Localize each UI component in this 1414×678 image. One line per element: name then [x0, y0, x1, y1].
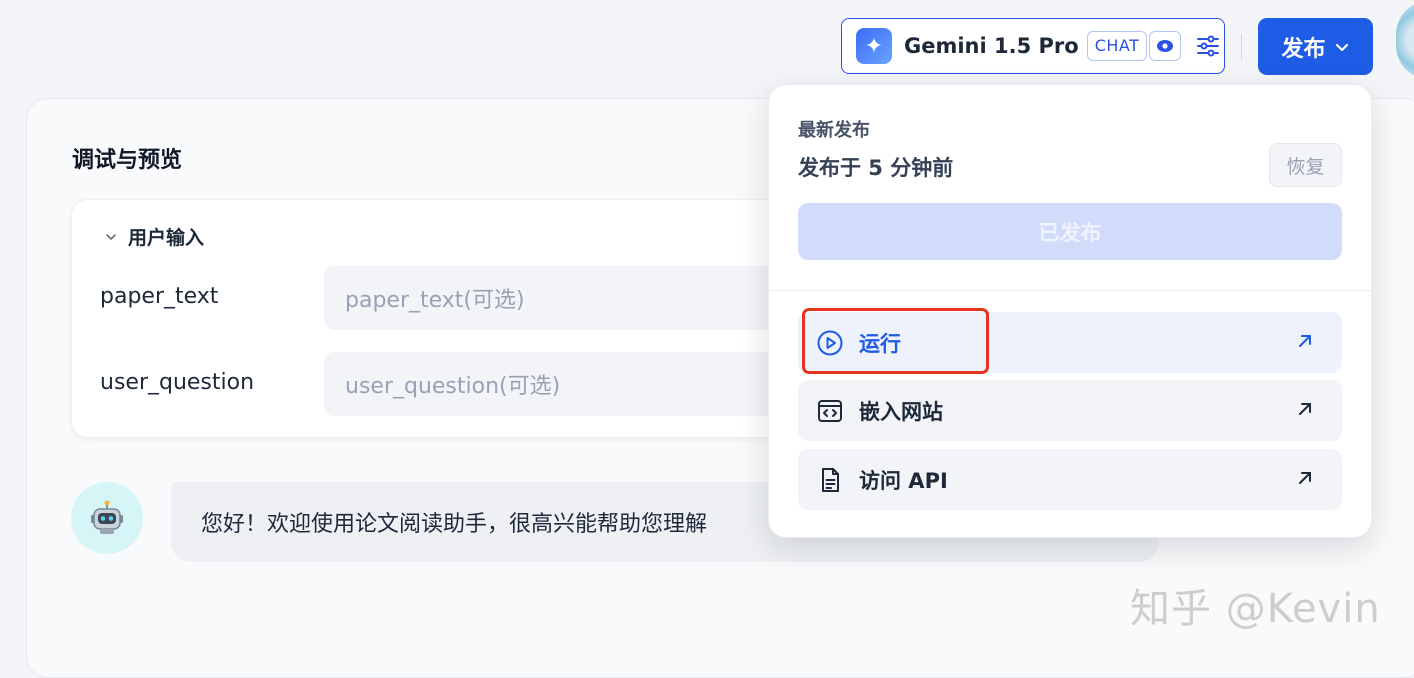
arrow-up-right-icon — [1296, 332, 1314, 350]
toolbar-divider — [1241, 34, 1242, 60]
chat-mode-badge: CHAT — [1086, 31, 1148, 61]
chat-message-text: 您好！欢迎使用论文阅读助手，很高兴能帮助您理解 — [201, 512, 708, 537]
gemini-logo-icon: ✦ — [856, 28, 892, 64]
chevron-down-icon — [104, 230, 118, 244]
menu-divider — [769, 290, 1371, 291]
menu-item-run[interactable]: 运行 — [798, 312, 1342, 373]
arrow-up-right-icon — [1296, 400, 1314, 418]
menu-item-label: 运行 — [859, 331, 901, 356]
watermark: 知乎 @Kevin — [1130, 586, 1381, 632]
page-title: 调试与预览 — [72, 148, 183, 173]
published-time: 发布于 5 分钟前 — [798, 156, 954, 180]
publish-button-label: 发布 — [1281, 36, 1326, 62]
menu-item-embed-website[interactable]: 嵌入网站 — [798, 380, 1342, 441]
robot-icon — [71, 482, 143, 554]
chevron-down-icon — [1334, 39, 1350, 55]
menu-item-access-api[interactable]: 访问 API — [798, 449, 1342, 510]
publish-button[interactable]: 发布 — [1258, 18, 1373, 75]
model-selector-button[interactable]: ✦ Gemini 1.5 Pro CHAT — [841, 18, 1225, 74]
menu-item-label: 嵌入网站 — [859, 399, 943, 424]
user-question-input[interactable]: user_question(可选) — [324, 352, 824, 416]
paper-text-input[interactable]: paper_text(可选) — [324, 266, 824, 330]
model-name: Gemini 1.5 Pro — [904, 34, 1079, 58]
published-button: 已发布 — [798, 203, 1342, 260]
embed-code-icon — [816, 397, 844, 425]
document-icon — [816, 466, 844, 494]
user-input-section-toggle[interactable]: 用户输入 — [104, 223, 204, 250]
menu-item-label: 访问 API — [859, 468, 948, 493]
play-circle-icon — [816, 329, 844, 357]
field-label-paper-text: paper_text — [100, 284, 219, 309]
field-label-user-question: user_question — [100, 370, 255, 395]
section-title: 用户输入 — [128, 227, 205, 249]
latest-publish-caption: 最新发布 — [798, 120, 870, 141]
arrow-up-right-icon — [1296, 469, 1314, 487]
restore-button[interactable]: 恢复 — [1269, 143, 1342, 187]
eye-icon — [1149, 31, 1182, 61]
sliders-icon[interactable] — [1195, 33, 1221, 59]
